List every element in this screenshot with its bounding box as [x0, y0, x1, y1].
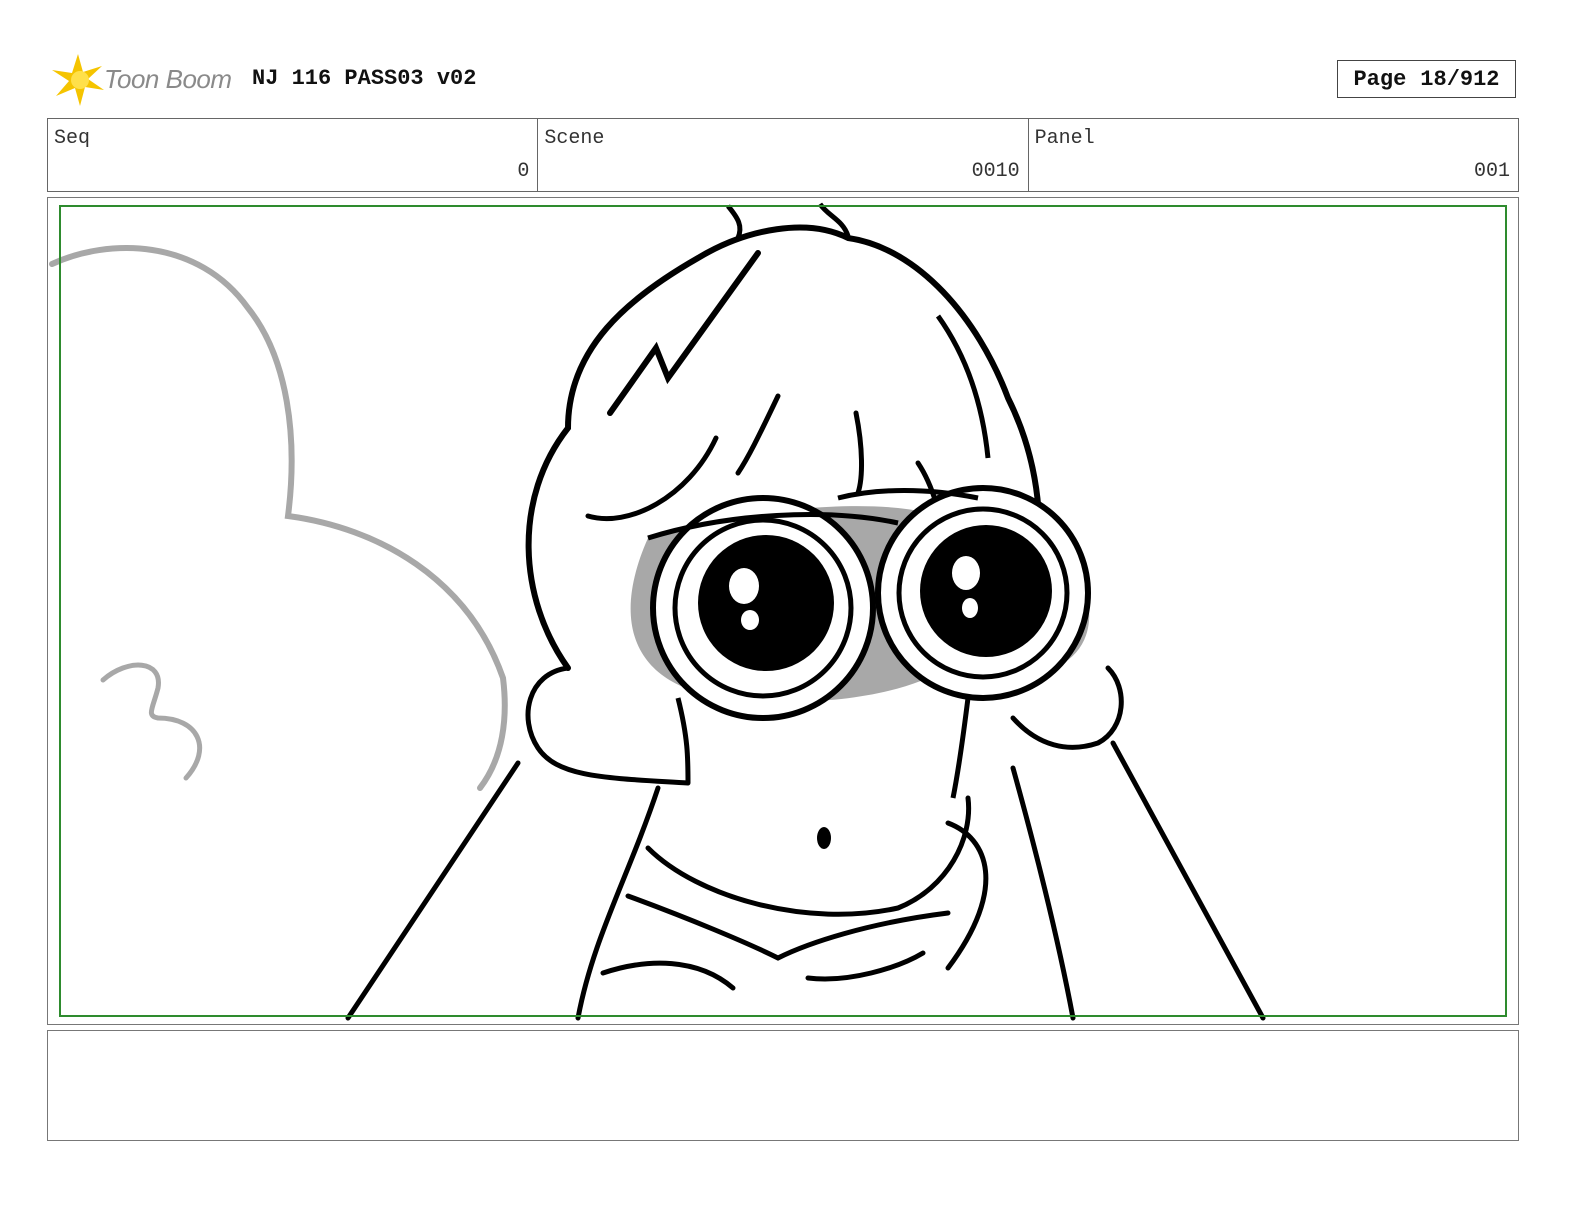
panel-notes[interactable] — [47, 1030, 1519, 1141]
page-indicator: Page 18/912 — [1337, 60, 1516, 98]
panel-value: 001 — [1473, 160, 1510, 183]
document-title: NJ 116 PASS03 v02 — [252, 66, 477, 91]
panel-info-row: Seq 0 Scene 0010 Panel 001 — [47, 118, 1519, 192]
scene-value: 0010 — [971, 160, 1020, 183]
seq-cell: Seq 0 — [48, 119, 539, 191]
panel-cell: Panel 001 — [1029, 119, 1518, 191]
seq-value: 0 — [517, 160, 530, 183]
storyboard-panel — [47, 197, 1519, 1025]
scene-label: Scene — [544, 127, 605, 150]
panel-drawing — [49, 202, 1266, 1021]
page-number: 18/912 — [1420, 66, 1500, 92]
panel-label: Panel — [1034, 127, 1095, 150]
starburst-icon — [52, 54, 104, 106]
scene-cell: Scene 0010 — [538, 119, 1029, 191]
toon-boom-logo: Toon Boom — [50, 52, 240, 108]
page-label: Page — [1353, 66, 1407, 92]
seq-label: Seq — [54, 127, 91, 150]
logo-wordmark: Toon Boom — [104, 64, 232, 94]
